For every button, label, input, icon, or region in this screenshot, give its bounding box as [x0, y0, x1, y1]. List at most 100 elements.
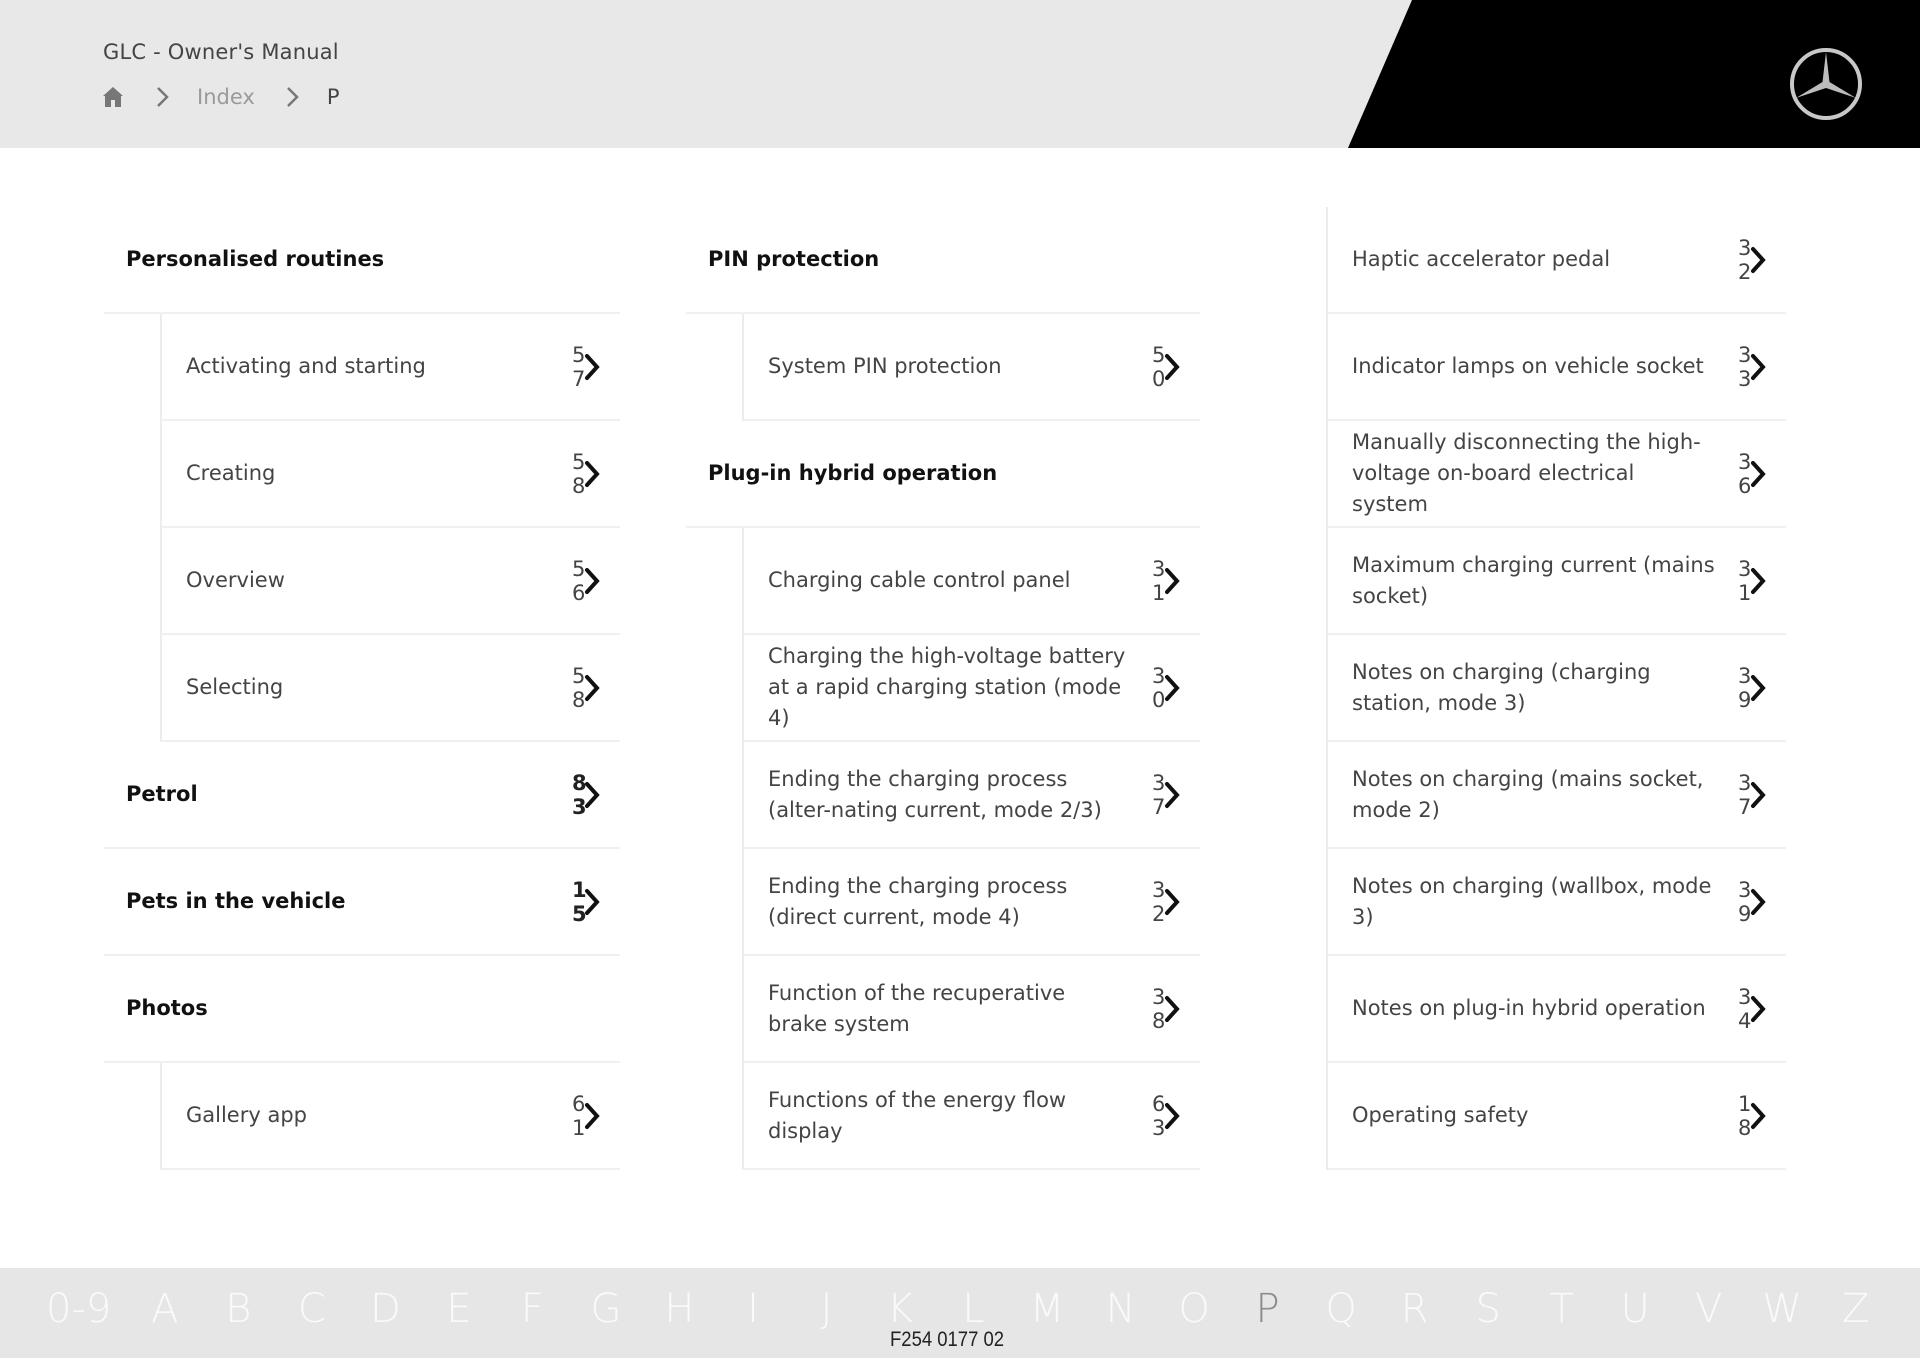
- page-link[interactable]: 3 4: [1738, 985, 1778, 1033]
- index-entry[interactable]: Indicator lamps on vehicle socket 3 3: [1328, 314, 1786, 421]
- index-entry[interactable]: Notes on charging (charging station, mod…: [1328, 635, 1786, 742]
- alphabet-letter-z[interactable]: Z: [1836, 1286, 1876, 1332]
- alphabet-letter-b[interactable]: B: [218, 1286, 258, 1332]
- entry-label: Gallery app: [186, 1103, 307, 1127]
- alphabet-letter-o[interactable]: O: [1174, 1286, 1214, 1332]
- index-entry[interactable]: Ending the charging process (alter-natin…: [742, 742, 1200, 849]
- alphabet-letter-e[interactable]: E: [439, 1286, 479, 1332]
- page-link[interactable]: 3 0: [1152, 664, 1192, 712]
- index-entry[interactable]: Operating safety 1 8: [1328, 1063, 1786, 1170]
- alphabet-letter-k[interactable]: K: [880, 1286, 920, 1332]
- page-link[interactable]: 3 7: [1738, 771, 1778, 819]
- chevron-right-icon: [585, 888, 600, 915]
- alphabet-letter-j[interactable]: J: [807, 1286, 847, 1332]
- page-link[interactable]: 5 8: [572, 450, 612, 498]
- entry-label: Ending the charging process (alter-natin…: [768, 766, 1102, 822]
- index-entry[interactable]: Notes on charging (mains socket, mode 2)…: [1328, 742, 1786, 849]
- alphabet-letter-l[interactable]: L: [954, 1286, 994, 1332]
- index-entry[interactable]: Gallery app 6 1: [160, 1063, 620, 1170]
- index-heading: Personalised routines: [104, 207, 620, 314]
- three-pointed-star-logo-icon[interactable]: [1788, 46, 1864, 122]
- index-entry[interactable]: Charging the high-voltage battery at a r…: [742, 635, 1200, 742]
- chevron-right-icon: [1165, 888, 1180, 915]
- alphabet-letter-a[interactable]: A: [145, 1286, 185, 1332]
- alphabet-letter-t[interactable]: T: [1542, 1286, 1582, 1332]
- page-link[interactable]: 1 8: [1738, 1092, 1778, 1140]
- chevron-right-icon: [153, 85, 173, 109]
- alphabet-letter-q[interactable]: Q: [1321, 1286, 1361, 1332]
- alphabet-letter-i[interactable]: I: [733, 1286, 773, 1332]
- breadcrumb: Index P: [101, 82, 339, 112]
- alphabet-letter-n[interactable]: N: [1101, 1286, 1141, 1332]
- index-entry[interactable]: Notes on plug-in hybrid operation 3 4: [1328, 956, 1786, 1063]
- page-link[interactable]: 3 2: [1738, 236, 1778, 284]
- alphabet-letter-c[interactable]: C: [292, 1286, 332, 1332]
- index-column-2: PIN protection System PIN protection 5 0 Pl…: [686, 207, 1200, 1170]
- index-column-3: Haptic accelerator pedal 3 2 Indicator lam…: [1326, 207, 1786, 1170]
- index-entry[interactable]: Ending the charging process (direct curr…: [742, 849, 1200, 956]
- alphabet-letter-0-9[interactable]: 0-9: [46, 1286, 111, 1332]
- page-link[interactable]: 5 6: [572, 557, 612, 605]
- header: GLC - Owner's Manual Index P: [0, 0, 1920, 148]
- index-heading: Plug-in hybrid operation: [686, 421, 1200, 528]
- page-link[interactable]: 3 7: [1152, 771, 1192, 819]
- index-entry[interactable]: Manually disconnecting the high-voltage …: [1328, 421, 1786, 528]
- index-entry[interactable]: Overview 5 6: [160, 528, 620, 635]
- index-heading[interactable]: Petrol 8 3: [104, 742, 620, 849]
- index-entry[interactable]: Activating and starting 5 7: [160, 314, 620, 421]
- chevron-right-icon: [1751, 567, 1766, 594]
- index-entry[interactable]: Maximum charging current (mains socket) 3…: [1328, 528, 1786, 635]
- page-link[interactable]: 5 0: [1152, 343, 1192, 391]
- breadcrumb-current: P: [326, 85, 340, 109]
- index-entry[interactable]: Haptic accelerator pedal 3 2: [1328, 207, 1786, 314]
- page-link[interactable]: 3 6: [1738, 450, 1778, 498]
- index-entry[interactable]: Creating 5 8: [160, 421, 620, 528]
- page-link[interactable]: 3 1: [1152, 557, 1192, 605]
- index-entry[interactable]: Notes on charging (wallbox, mode 3) 3 9: [1328, 849, 1786, 956]
- index-entry[interactable]: Selecting 5 8: [160, 635, 620, 742]
- page-link[interactable]: 6 1: [572, 1092, 612, 1140]
- entry-label: Photos: [126, 996, 208, 1020]
- page-link[interactable]: 1 5: [572, 878, 612, 926]
- index-entry[interactable]: System PIN protection 5 0: [742, 314, 1200, 421]
- entry-label: Notes on plug-in hybrid operation: [1352, 996, 1706, 1020]
- index-entry[interactable]: Functions of the energy flow display 6 3: [742, 1063, 1200, 1170]
- index-entry[interactable]: Charging cable control panel 3 1: [742, 528, 1200, 635]
- page-link[interactable]: 3 3: [1738, 343, 1778, 391]
- alphabet-letter-h[interactable]: H: [659, 1286, 699, 1332]
- alphabet-letter-m[interactable]: M: [1027, 1286, 1067, 1332]
- index-heading[interactable]: Pets in the vehicle 1 5: [104, 849, 620, 956]
- entry-label: System PIN protection: [768, 354, 1002, 378]
- entry-label: Plug-in hybrid operation: [708, 461, 998, 485]
- alphabet-letter-v[interactable]: V: [1689, 1286, 1729, 1332]
- alphabet-letter-s[interactable]: S: [1468, 1286, 1508, 1332]
- entry-label: Personalised routines: [126, 247, 385, 271]
- chevron-right-icon: [1751, 460, 1766, 487]
- alphabet-letter-u[interactable]: U: [1615, 1286, 1655, 1332]
- chevron-right-icon: [1751, 246, 1766, 273]
- alphabet-letter-p[interactable]: P: [1248, 1286, 1288, 1332]
- entry-label: Function of the recuperative brake syste…: [768, 980, 1066, 1036]
- page-link[interactable]: 5 8: [572, 664, 612, 712]
- breadcrumb-index-link[interactable]: Index: [197, 85, 255, 109]
- chevron-right-icon: [585, 674, 600, 701]
- page-link[interactable]: 3 2: [1152, 878, 1192, 926]
- page-link[interactable]: 3 9: [1738, 878, 1778, 926]
- alphabet-letter-g[interactable]: G: [586, 1286, 626, 1332]
- home-icon[interactable]: [101, 85, 125, 109]
- entry-label: Creating: [186, 461, 276, 485]
- page-link[interactable]: 6 3: [1152, 1092, 1192, 1140]
- index-entry[interactable]: Function of the recuperative brake syste…: [742, 956, 1200, 1063]
- alphabet-letter-f[interactable]: F: [512, 1286, 552, 1332]
- entry-label: Activating and starting: [186, 354, 426, 378]
- page-link[interactable]: 3 9: [1738, 664, 1778, 712]
- entry-label: Overview: [186, 568, 285, 592]
- page-link[interactable]: 8 3: [572, 771, 612, 819]
- page-link[interactable]: 3 8: [1152, 985, 1192, 1033]
- chevron-right-icon: [585, 567, 600, 594]
- alphabet-letter-d[interactable]: D: [365, 1286, 405, 1332]
- page-link[interactable]: 3 1: [1738, 557, 1778, 605]
- alphabet-letter-r[interactable]: R: [1395, 1286, 1435, 1332]
- alphabet-letter-w[interactable]: W: [1762, 1286, 1802, 1332]
- page-link[interactable]: 5 7: [572, 343, 612, 391]
